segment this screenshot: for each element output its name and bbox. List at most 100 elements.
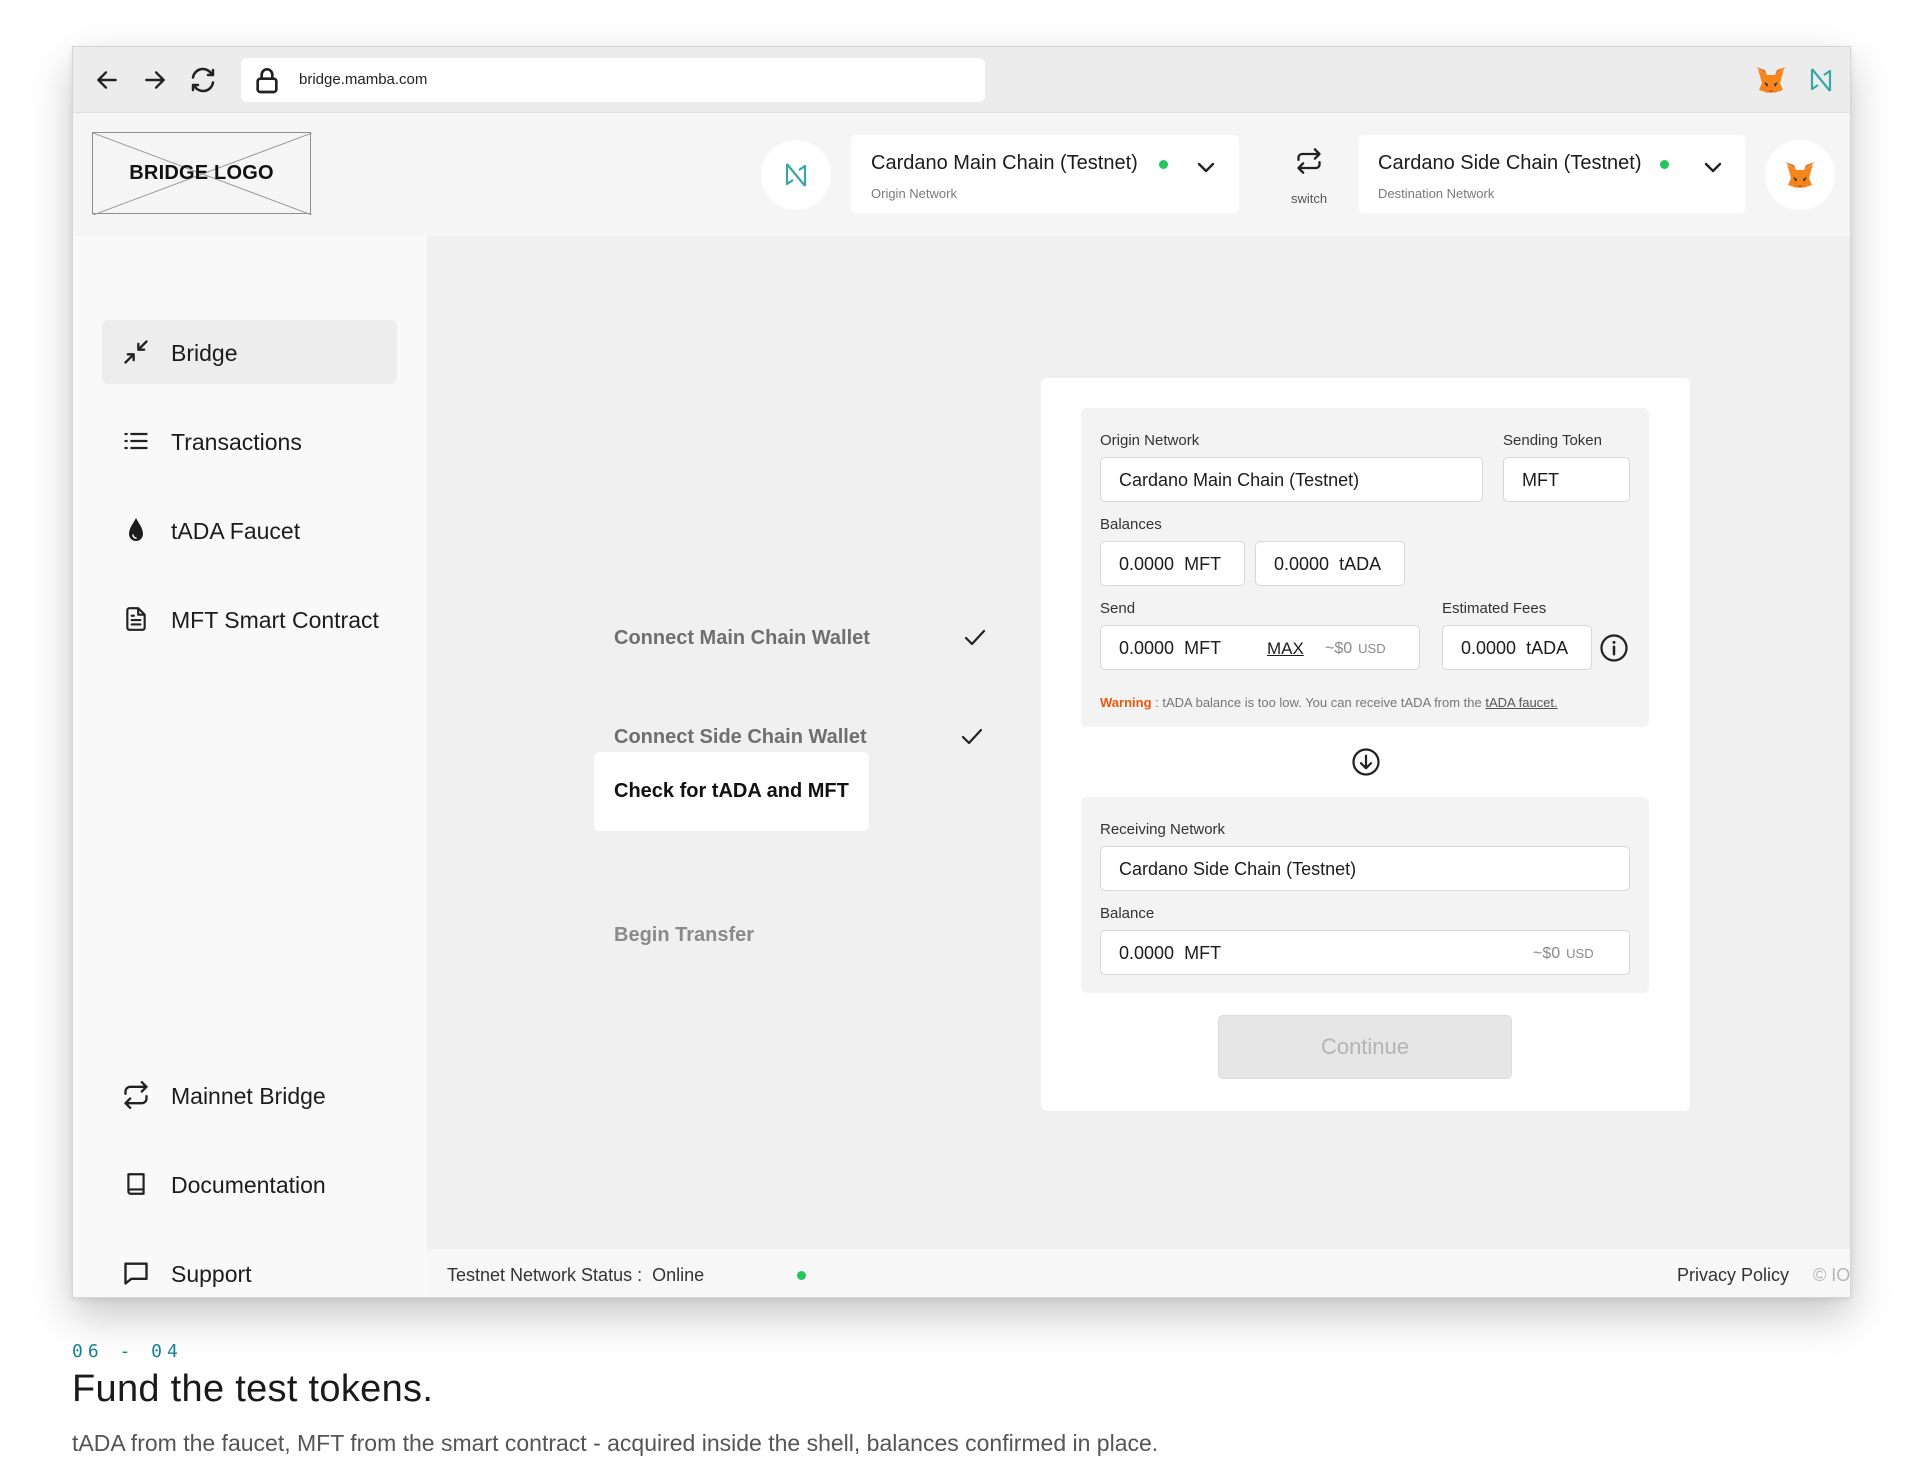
metamask-fox-icon <box>1756 67 1786 93</box>
continue-button[interactable]: Continue <box>1218 1015 1512 1079</box>
reload-button[interactable] <box>187 64 219 96</box>
balances-label: Balances <box>1100 516 1162 533</box>
copyright-text: © IOG 2022 <box>1813 1265 1851 1285</box>
receive-usd-amount: ~$0 <box>1533 945 1561 962</box>
origin-network-name: Cardano Main Chain (Testnet) <box>871 152 1138 174</box>
balance-tada-amount: 0.0000 <box>1274 554 1330 574</box>
send-usd-amount: ~$0 <box>1325 640 1353 657</box>
transfer-card: Origin Network Sending Token Cardano Mai… <box>1041 378 1690 1111</box>
switch-network-button[interactable]: switch <box>1269 137 1349 213</box>
low-balance-warning: Warning : tADA balance is too low. You c… <box>1100 695 1558 710</box>
swap-arrows-icon <box>1297 148 1321 174</box>
status-footer: Testnet Network Status : Online Privacy … <box>427 1249 1851 1297</box>
origin-network-value: Cardano Main Chain (Testnet) <box>1119 470 1360 490</box>
fees-unit: tADA <box>1526 638 1569 658</box>
browser-window: bridge.mamba.com BRIDGE LOGO Cardano Mai… <box>72 46 1851 1298</box>
estimated-fees-field: 0.0000 tADA <box>1442 625 1592 670</box>
origin-status-dot <box>1159 160 1168 169</box>
document-icon <box>121 604 151 634</box>
nami-wallet-icon <box>785 163 807 187</box>
send-amount-input[interactable]: 0.0000 MFT MAX ~$0 USD <box>1100 625 1420 670</box>
sending-token-label: Sending Token <box>1503 432 1602 449</box>
repeat-icon <box>121 1080 151 1110</box>
step-connect-side-wallet: Connect Side Chain Wallet <box>614 726 867 748</box>
sidebar: Bridge Transactions tADA Faucet MFT Smar… <box>73 236 427 1297</box>
destination-network-name: Cardano Side Chain (Testnet) <box>1378 152 1642 174</box>
sidebar-item-transactions[interactable]: Transactions <box>102 409 397 473</box>
balance-tada-text: 0.0000 tADA <box>1274 554 1381 575</box>
balance-tada-field: 0.0000 tADA <box>1255 541 1405 586</box>
step-check-tokens[interactable]: Check for tADA and MFT <box>594 752 869 831</box>
receive-usd-unit: USD <box>1566 946 1594 961</box>
sidebar-item-label: Mainnet Bridge <box>171 1083 326 1109</box>
info-icon[interactable] <box>1599 633 1629 663</box>
send-amount: 0.0000 <box>1119 638 1175 658</box>
receiving-network-field[interactable]: Cardano Side Chain (Testnet) <box>1100 846 1630 891</box>
warning-prefix: Warning <box>1100 695 1152 710</box>
send-unit: MFT <box>1184 638 1222 658</box>
forward-button[interactable] <box>139 64 171 96</box>
droplet-icon <box>121 515 151 545</box>
sidebar-item-label: MFT Smart Contract <box>171 607 379 633</box>
sidebar-item-documentation[interactable]: Documentation <box>102 1152 397 1216</box>
sidebar-item-support[interactable]: Support <box>102 1241 397 1297</box>
privacy-policy-link[interactable]: Privacy Policy <box>1677 1265 1789 1286</box>
send-amount-text: 0.0000 MFT <box>1119 638 1221 659</box>
network-status: Testnet Network Status : Online <box>447 1265 704 1286</box>
checkmark-icon <box>964 629 986 646</box>
fees-text: 0.0000 tADA <box>1461 638 1568 659</box>
receive-balance-field: 0.0000 MFT ~$0 USD <box>1100 930 1630 975</box>
origin-panel: Origin Network Sending Token Cardano Mai… <box>1081 408 1649 727</box>
sidebar-item-faucet[interactable]: tADA Faucet <box>102 498 397 562</box>
sidebar-item-label: Documentation <box>171 1172 326 1198</box>
origin-network-select[interactable]: Cardano Main Chain (Testnet) Origin Netw… <box>851 135 1239 213</box>
lock-icon <box>256 68 278 94</box>
arrow-down-circle-icon <box>1352 748 1380 776</box>
network-status-label: Testnet Network Status : <box>447 1265 643 1285</box>
browser-toolbar: bridge.mamba.com <box>73 47 1850 113</box>
step-connect-main-wallet: Connect Main Chain Wallet <box>614 627 870 649</box>
chevron-down-icon <box>1704 162 1722 173</box>
chat-icon <box>121 1258 151 1288</box>
warning-text: : tADA balance is too low. You can recei… <box>1151 695 1486 710</box>
destination-network-sublabel: Destination Network <box>1378 186 1495 201</box>
tada-faucet-link[interactable]: tADA faucet. <box>1485 695 1557 710</box>
sidebar-item-label: Transactions <box>171 429 302 455</box>
switch-label: switch <box>1290 191 1328 206</box>
back-button[interactable] <box>91 64 123 96</box>
arrow-right-icon <box>145 71 165 89</box>
sidebar-item-bridge[interactable]: Bridge <box>102 320 397 384</box>
origin-network-field[interactable]: Cardano Main Chain (Testnet) <box>1100 457 1483 502</box>
bridge-logo[interactable]: BRIDGE LOGO <box>92 132 312 215</box>
main-content: Connect Main Chain Wallet Connect Side C… <box>427 236 1851 1297</box>
send-label: Send <box>1100 600 1136 617</box>
sidebar-item-label: tADA Faucet <box>171 518 301 544</box>
balance-tada-unit: tADA <box>1339 554 1382 574</box>
metamask-wallet-button[interactable] <box>1765 140 1835 210</box>
receive-balance-amount: 0.0000 <box>1119 943 1175 963</box>
arrow-left-icon <box>97 71 117 89</box>
estimated-fees-label: Estimated Fees <box>1442 600 1547 617</box>
destination-network-select[interactable]: Cardano Side Chain (Testnet) Destination… <box>1358 135 1746 213</box>
sidebar-item-mainnet-bridge[interactable]: Mainnet Bridge <box>102 1063 397 1127</box>
chevron-down-icon <box>1197 162 1215 173</box>
metamask-fox-icon <box>1785 162 1815 188</box>
nami-wallet-button[interactable] <box>761 140 831 210</box>
max-button[interactable]: MAX <box>1267 639 1304 659</box>
sending-token-value: MFT <box>1522 470 1559 490</box>
receive-usd-value: ~$0 USD <box>1533 945 1594 963</box>
checkmark-icon <box>961 728 983 745</box>
reload-icon <box>191 67 215 93</box>
sidebar-item-mft-contract[interactable]: MFT Smart Contract <box>102 587 397 651</box>
sending-token-field[interactable]: MFT <box>1503 457 1630 502</box>
receiving-panel: Receiving Network Cardano Side Chain (Te… <box>1081 797 1649 993</box>
address-bar[interactable]: bridge.mamba.com <box>241 58 985 102</box>
receiving-network-label: Receiving Network <box>1100 821 1226 838</box>
receive-balance-unit: MFT <box>1184 943 1222 963</box>
slide-title: Fund the test tokens. <box>72 1368 434 1410</box>
bridge-collapse-icon <box>121 337 151 367</box>
nami-extension-button[interactable] <box>1803 62 1839 98</box>
balance-mft-amount: 0.0000 <box>1119 554 1175 574</box>
fees-amount: 0.0000 <box>1461 638 1517 658</box>
metamask-extension-button[interactable] <box>1753 62 1789 98</box>
